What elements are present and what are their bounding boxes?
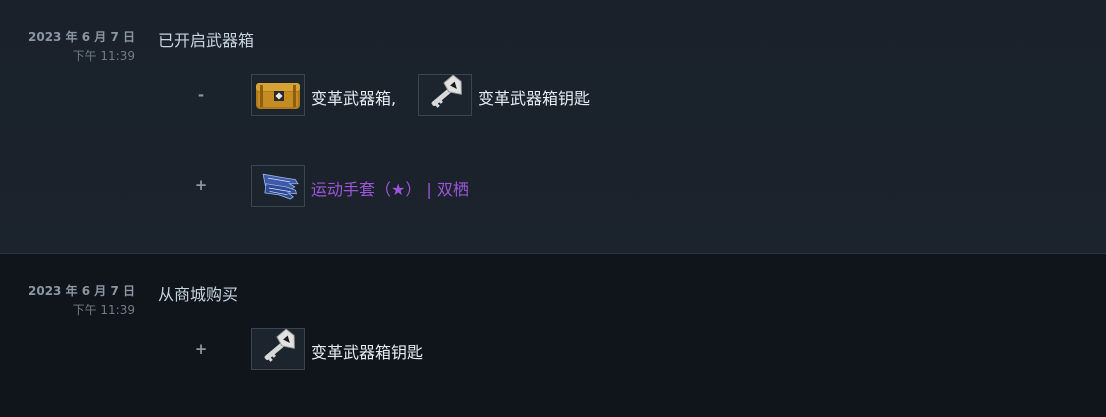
entry-date: 2023 年 6 月 7 日	[28, 284, 135, 298]
item-name[interactable]: 变革武器箱钥匙	[311, 339, 423, 363]
item-icon-box[interactable]	[251, 165, 305, 207]
item-icon-box[interactable]	[251, 328, 305, 370]
history-entry: 2023 年 6 月 7 日 下午 11:39 已开启武器箱 - 变革武器箱,	[0, 0, 1106, 253]
weapon-case-icon	[252, 75, 304, 115]
item-name[interactable]: 变革武器箱钥匙	[478, 85, 590, 109]
item-name[interactable]: 变革武器箱,	[311, 85, 396, 109]
added-sign: +	[194, 340, 208, 358]
item-name[interactable]: 运动手套（★） | 双栖	[311, 176, 469, 200]
history-entry: 2023 年 6 月 7 日 下午 11:39 从商城购买 + 变革武器箱钥匙	[0, 254, 1106, 417]
case-key-icon	[419, 75, 471, 115]
item-icon-box[interactable]	[251, 74, 305, 116]
entry-time: 下午 11:39	[72, 303, 135, 317]
entry-date: 2023 年 6 月 7 日	[28, 30, 135, 44]
entry-description: 从商城购买	[158, 285, 239, 304]
item-icon-box[interactable]	[418, 74, 472, 116]
entry-time: 下午 11:39	[72, 49, 135, 63]
gloves-icon	[252, 166, 304, 206]
added-sign: +	[194, 176, 208, 194]
case-key-icon	[252, 329, 304, 369]
entry-description: 已开启武器箱	[158, 31, 255, 50]
removed-sign: -	[197, 86, 205, 104]
